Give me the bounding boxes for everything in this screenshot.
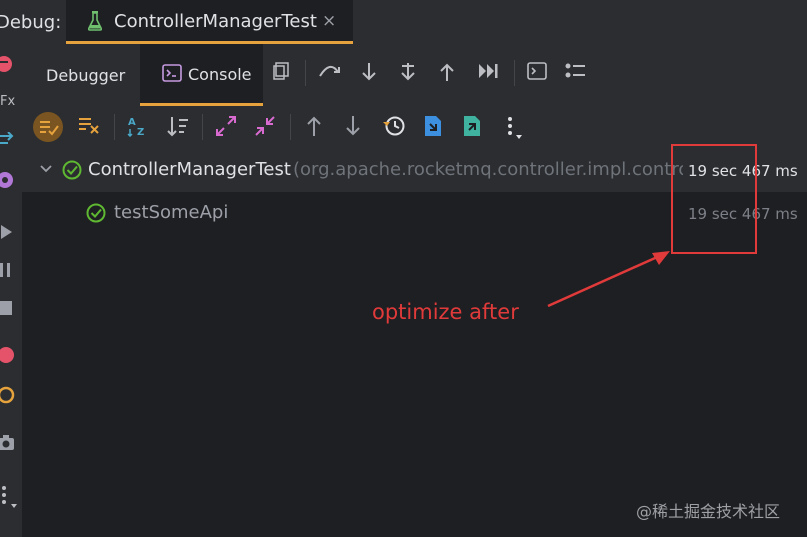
separator xyxy=(114,114,115,140)
debug-side-toolbar: Fx xyxy=(0,44,22,537)
settings-gear-icon[interactable] xyxy=(0,170,16,190)
test-passed-icon xyxy=(62,160,82,180)
mute-breakpoints-icon[interactable] xyxy=(0,386,16,404)
chevron-down-icon[interactable] xyxy=(39,162,53,176)
separator xyxy=(305,60,306,86)
show-passed-icon[interactable] xyxy=(32,111,64,143)
pause-icon[interactable] xyxy=(0,262,14,278)
expand-all-icon[interactable] xyxy=(215,115,237,137)
more-vertical-icon[interactable] xyxy=(0,484,20,512)
force-step-into-icon[interactable] xyxy=(399,62,417,82)
separator xyxy=(514,60,515,86)
test-passed-icon xyxy=(86,203,106,223)
annotation-arrow xyxy=(547,251,670,308)
svg-text:Z: Z xyxy=(137,127,144,137)
run-config-tab[interactable]: ControllerManagerTest × xyxy=(66,0,353,44)
previous-failed-icon[interactable] xyxy=(305,115,323,137)
separator xyxy=(202,114,203,140)
run-to-cursor-icon[interactable] xyxy=(477,62,499,80)
tab-debugger[interactable]: Debugger xyxy=(46,66,125,85)
step-out-icon[interactable] xyxy=(438,62,456,82)
sort-alphabetically-icon[interactable]: A Z xyxy=(127,115,149,137)
terminal-icon[interactable] xyxy=(527,62,547,80)
step-over-icon[interactable] xyxy=(318,62,342,80)
console-icon xyxy=(162,64,182,82)
annotation-text: optimize after xyxy=(372,300,519,324)
import-tests-icon[interactable] xyxy=(423,115,443,137)
show-ignored-icon[interactable] xyxy=(78,115,100,135)
debug-bug-icon[interactable] xyxy=(0,54,14,74)
test-class-package: (org.apache.rocketmq.controller.impl.con… xyxy=(293,159,683,180)
run-tab-title: ControllerManagerTest xyxy=(114,11,317,32)
sort-by-duration-icon[interactable] xyxy=(167,115,189,137)
stop-icon[interactable] xyxy=(0,300,14,316)
test-method-name: testSomeApi xyxy=(114,202,229,223)
svg-text:A: A xyxy=(128,117,136,128)
collapse-all-icon[interactable] xyxy=(254,115,276,137)
annotation-highlight-box xyxy=(671,144,757,254)
more-options-icon[interactable] xyxy=(504,115,524,141)
view-breakpoints-icon[interactable] xyxy=(0,346,16,364)
close-icon[interactable]: × xyxy=(322,11,336,31)
debug-label: Debug: xyxy=(0,12,62,33)
test-runner-toolbar: A Z xyxy=(22,106,807,148)
layout-icon[interactable] xyxy=(273,62,291,80)
watermark: @稀土掘金技术社区 xyxy=(636,502,781,521)
tab-console-label: Console xyxy=(188,65,252,84)
step-arrows-icon[interactable] xyxy=(0,132,18,146)
debug-title-bar: Debug: ControllerManagerTest × xyxy=(0,0,807,44)
test-history-icon[interactable] xyxy=(382,115,406,137)
test-class-name: ControllerManagerTest xyxy=(88,159,291,180)
resume-icon[interactable] xyxy=(0,224,14,240)
debug-tabs-bar: Debugger Console xyxy=(22,44,807,106)
separator xyxy=(290,114,291,140)
camera-icon[interactable] xyxy=(0,434,16,452)
next-failed-icon[interactable] xyxy=(344,115,362,137)
evaluate-expression-icon[interactable]: Fx xyxy=(0,94,15,109)
test-flask-icon xyxy=(88,11,102,31)
step-into-icon[interactable] xyxy=(360,62,378,82)
export-tests-icon[interactable] xyxy=(462,115,482,137)
tab-console[interactable]: Console xyxy=(140,44,263,106)
list-icon[interactable] xyxy=(565,62,587,80)
